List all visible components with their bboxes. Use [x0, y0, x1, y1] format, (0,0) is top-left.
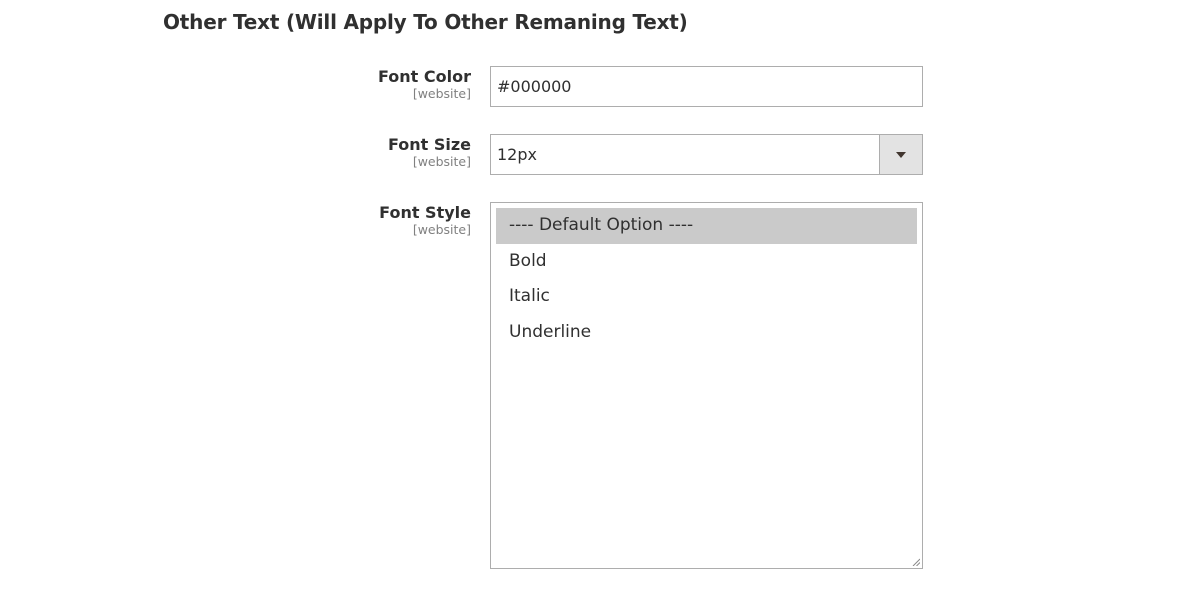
section-title: Other Text (Will Apply To Other Remaning…: [163, 10, 688, 34]
font-color-label: Font Color: [378, 67, 471, 86]
font-style-option-underline[interactable]: Underline: [496, 315, 917, 351]
font-color-input[interactable]: #000000: [490, 66, 923, 107]
font-style-option-bold[interactable]: Bold: [496, 244, 917, 280]
font-size-label: Font Size: [387, 135, 471, 154]
font-size-scope: [website]: [412, 154, 471, 169]
font-style-multiselect[interactable]: ---- Default Option ---- Bold Italic Und…: [490, 202, 923, 569]
font-style-label-group: Font Style [website]: [379, 203, 471, 237]
font-style-option-italic[interactable]: Italic: [496, 279, 917, 315]
font-style-label: Font Style: [379, 203, 471, 222]
font-size-label-group: Font Size [website]: [388, 135, 471, 169]
font-color-label-group: Font Color [website]: [378, 67, 471, 101]
resize-grip-icon[interactable]: [912, 558, 920, 566]
font-size-select[interactable]: 12px: [490, 134, 923, 175]
font-style-scope: [website]: [412, 222, 471, 237]
select-toggle-button[interactable]: [879, 135, 922, 174]
font-style-option-default[interactable]: ---- Default Option ----: [496, 208, 917, 244]
font-color-scope: [website]: [412, 86, 471, 101]
chevron-down-icon: [896, 152, 906, 158]
font-size-selected-value: 12px: [497, 145, 537, 164]
